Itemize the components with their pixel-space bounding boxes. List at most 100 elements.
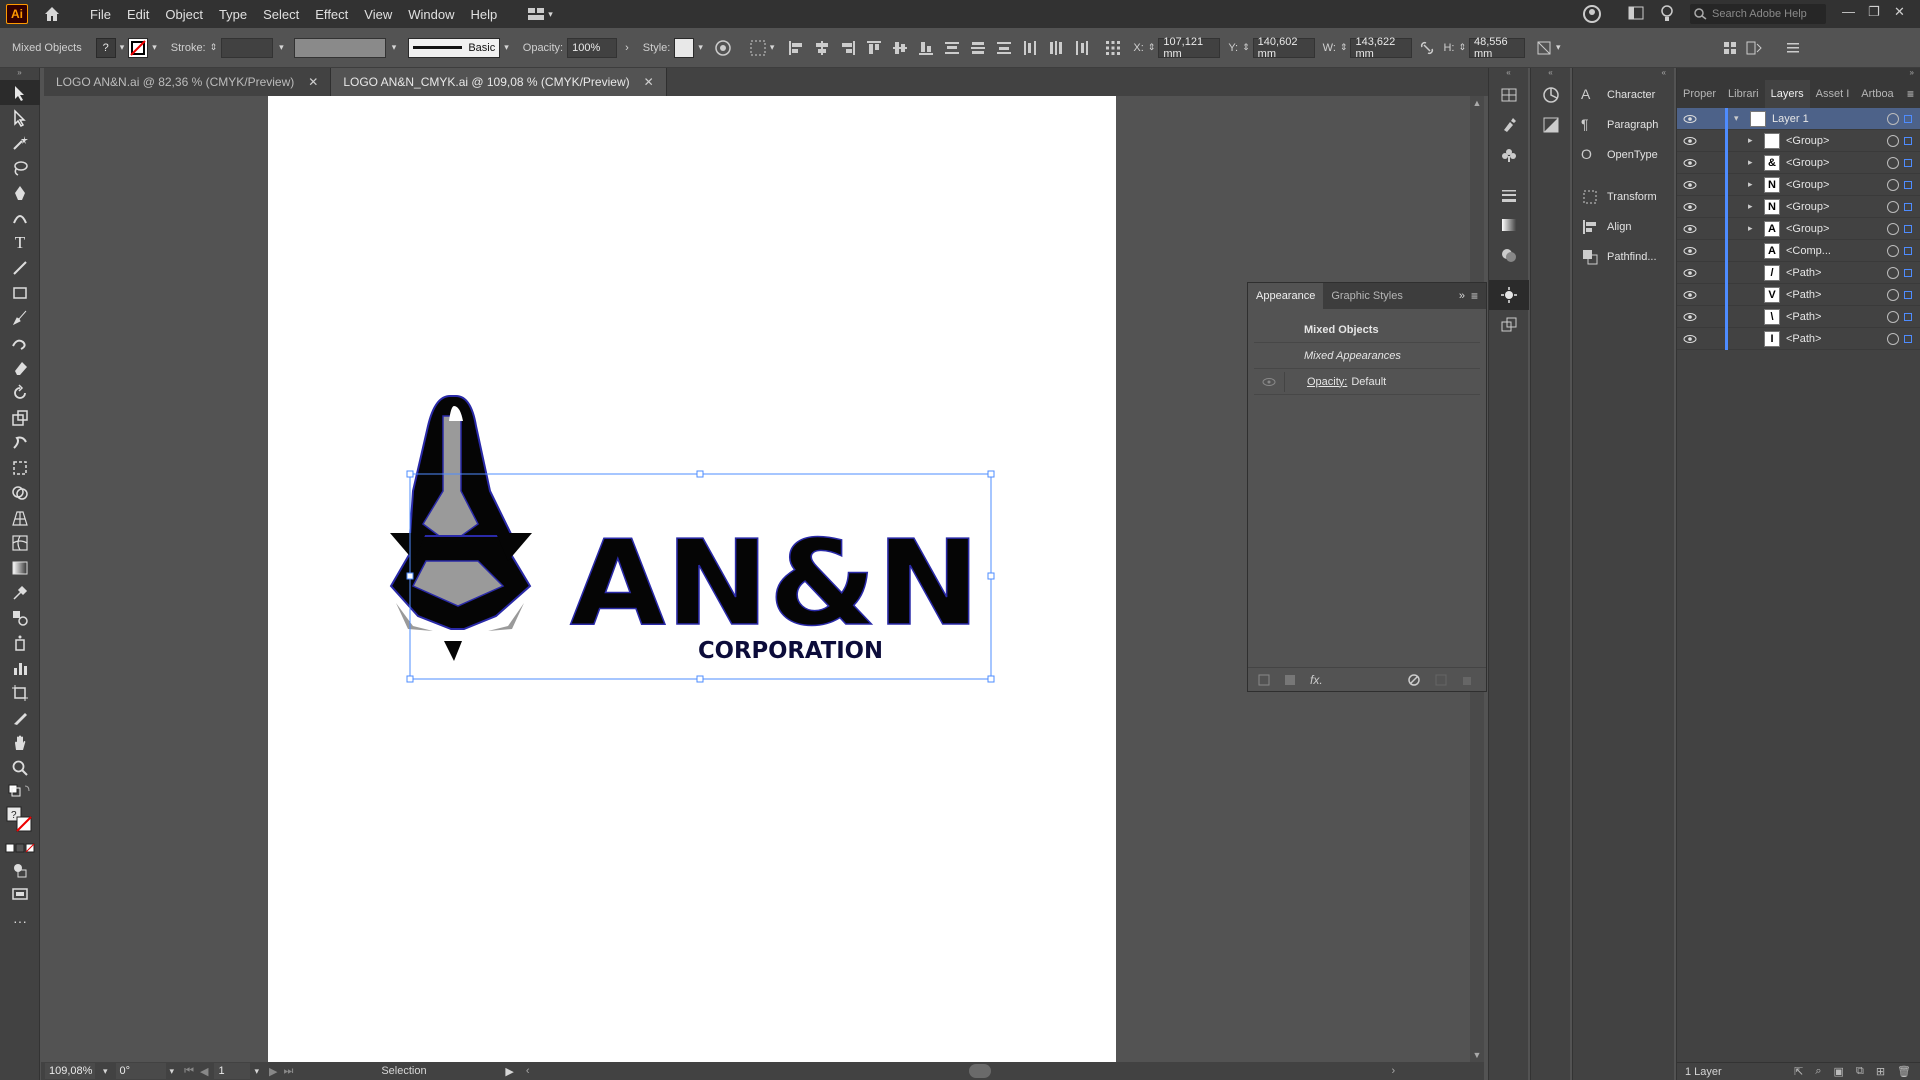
layer-row[interactable]: ▾ Layer 1 bbox=[1677, 107, 1920, 130]
chevron-down-icon[interactable]: ▾ bbox=[103, 1066, 108, 1077]
chevron-down-icon[interactable]: ▾ bbox=[392, 42, 397, 53]
tab-logo-ann-cmyk[interactable]: LOGO AN&N_CMYK.ai @ 109,08 % (CMYK/Previ… bbox=[331, 68, 667, 96]
menu-effect[interactable]: Effect bbox=[307, 7, 356, 22]
tab-artboa[interactable]: Artboa bbox=[1855, 80, 1899, 108]
brush-definition[interactable]: Basic bbox=[408, 37, 501, 58]
selection-indicator[interactable] bbox=[1904, 268, 1912, 277]
appearance-title-row[interactable]: Mixed Objects bbox=[1254, 317, 1480, 343]
menu-help[interactable]: Help bbox=[462, 7, 505, 22]
sublayer-row[interactable]: ▸ N <Group> bbox=[1677, 173, 1920, 196]
chevron-right-icon[interactable]: ▶ bbox=[505, 1065, 513, 1078]
arrange-documents-icon[interactable] bbox=[1628, 6, 1644, 20]
reference-point-icon[interactable] bbox=[1104, 39, 1122, 57]
chevron-right-icon[interactable]: ▸ bbox=[1748, 157, 1764, 168]
resize-handle[interactable] bbox=[987, 470, 995, 478]
transform-icon[interactable] bbox=[1535, 39, 1553, 57]
edit-toolbar-icon[interactable]: ··· bbox=[0, 906, 40, 936]
distribute-right-icon[interactable] bbox=[1073, 39, 1091, 57]
resize-handle[interactable] bbox=[987, 572, 995, 580]
chevron-down-icon[interactable]: ▾ bbox=[504, 42, 509, 53]
resize-handle[interactable] bbox=[406, 470, 414, 478]
visibility-eye-icon[interactable] bbox=[1677, 312, 1703, 322]
duplicate-item-icon[interactable] bbox=[1435, 674, 1447, 686]
collapse-icon[interactable]: » bbox=[1677, 68, 1920, 80]
scale-tool[interactable] bbox=[0, 405, 40, 430]
type-tool[interactable]: T bbox=[0, 230, 40, 255]
stroke-weight-field[interactable] bbox=[221, 37, 274, 58]
chevron-down-icon[interactable]: ▾ bbox=[152, 42, 157, 53]
resize-handle[interactable] bbox=[987, 675, 995, 683]
color-mode-buttons[interactable] bbox=[0, 838, 40, 858]
tab-proper[interactable]: Proper bbox=[1677, 80, 1722, 108]
arrange-icon[interactable] bbox=[1745, 39, 1763, 57]
delete-icon[interactable]: 🗑 bbox=[1897, 1065, 1911, 1078]
first-artboard-icon[interactable]: ⏮ bbox=[184, 1065, 194, 1078]
sublayer-row[interactable]: \ <Path> bbox=[1677, 305, 1920, 328]
stroke-panel-button[interactable] bbox=[1489, 180, 1529, 210]
tab-librari[interactable]: Librari bbox=[1722, 80, 1765, 108]
artboard[interactable]: AN&N CORPORATION bbox=[268, 96, 1116, 1062]
visibility-eye-icon[interactable] bbox=[1677, 224, 1703, 234]
panel-menu-icon[interactable]: ≡ bbox=[1471, 289, 1478, 303]
gradient-tool[interactable] bbox=[0, 555, 40, 580]
align-right-icon[interactable] bbox=[839, 39, 857, 57]
sublayer-row[interactable]: / <Path> bbox=[1677, 261, 1920, 284]
scroll-right-icon[interactable]: › bbox=[1391, 1065, 1395, 1077]
selection-indicator[interactable] bbox=[1904, 158, 1912, 167]
rectangle-tool[interactable] bbox=[0, 280, 40, 305]
collapse-icon[interactable]: » bbox=[1459, 290, 1465, 302]
chevron-right-icon[interactable]: ▸ bbox=[1748, 201, 1764, 212]
chevron-down-icon[interactable]: ▾ bbox=[698, 42, 703, 53]
sublayer-row[interactable]: ▸ & <Group> bbox=[1677, 151, 1920, 174]
distribute-top-icon[interactable] bbox=[943, 39, 961, 57]
resize-handle[interactable] bbox=[696, 675, 704, 683]
stroke-swatch[interactable] bbox=[128, 37, 149, 58]
screen-mode-button[interactable] bbox=[0, 882, 40, 906]
visibility-eye-icon[interactable] bbox=[1677, 158, 1703, 168]
selection-indicator[interactable] bbox=[1904, 180, 1912, 189]
visibility-eye-icon[interactable] bbox=[1677, 136, 1703, 146]
eraser-tool[interactable] bbox=[0, 355, 40, 380]
rotate-tool[interactable] bbox=[0, 380, 40, 405]
search-help-field[interactable]: Search Adobe Help bbox=[1690, 4, 1826, 24]
align-center-v-icon[interactable] bbox=[891, 39, 909, 57]
isolate-icon[interactable] bbox=[1721, 39, 1739, 57]
chevron-down-icon[interactable]: ▾ bbox=[770, 42, 775, 53]
opacity-row[interactable]: Opacity: Default bbox=[1254, 369, 1480, 395]
pathfinder-panel-button[interactable]: Pathfind... bbox=[1573, 242, 1674, 272]
chevron-down-icon[interactable]: ▾ bbox=[254, 1066, 259, 1077]
curvature-tool[interactable] bbox=[0, 205, 40, 230]
rotation-field[interactable]: 0° bbox=[115, 1063, 166, 1079]
stepper-icon[interactable]: ⇕ bbox=[210, 42, 218, 53]
distribute-hcenter-icon[interactable] bbox=[1047, 39, 1065, 57]
target-circle-icon[interactable] bbox=[1887, 332, 1899, 345]
stepper-icon[interactable]: ⇕ bbox=[1340, 42, 1348, 53]
sublayer-row[interactable]: V <Path> bbox=[1677, 283, 1920, 306]
character-panel-button[interactable]: A Character bbox=[1573, 80, 1674, 110]
chevron-right-icon[interactable]: ▸ bbox=[1748, 135, 1764, 146]
clear-appearance-icon[interactable] bbox=[1407, 673, 1421, 687]
artboard-tool[interactable] bbox=[0, 680, 40, 705]
resize-handle[interactable] bbox=[406, 572, 414, 580]
selection-indicator[interactable] bbox=[1904, 246, 1912, 255]
tab-graphic-styles[interactable]: Graphic Styles bbox=[1323, 283, 1411, 309]
align-bottom-icon[interactable] bbox=[917, 39, 935, 57]
target-circle-icon[interactable] bbox=[1887, 156, 1899, 169]
tab-appearance[interactable]: Appearance bbox=[1248, 283, 1324, 309]
opacity-link[interactable]: Opacity: bbox=[1307, 376, 1347, 388]
selection-indicator[interactable] bbox=[1904, 334, 1912, 343]
collapse-icon[interactable]: » bbox=[0, 68, 39, 80]
align-center-h-icon[interactable] bbox=[813, 39, 831, 57]
last-artboard-icon[interactable]: ⏭ bbox=[283, 1065, 293, 1078]
chevron-right-icon[interactable]: ▸ bbox=[1748, 179, 1764, 190]
fill-stroke-swatches[interactable]: ? bbox=[0, 802, 40, 838]
close-button[interactable]: ✕ bbox=[1894, 4, 1905, 20]
paragraph-panel-button[interactable]: ¶ Paragraph bbox=[1573, 110, 1674, 140]
visibility-eye-icon[interactable] bbox=[1677, 268, 1703, 278]
sublayer-row[interactable]: ▸ <Group> bbox=[1677, 129, 1920, 152]
distribute-center-icon[interactable] bbox=[969, 39, 987, 57]
transparency-panel-button[interactable] bbox=[1489, 240, 1529, 270]
chevron-right-icon[interactable]: › bbox=[625, 42, 629, 54]
scroll-left-icon[interactable]: ‹ bbox=[526, 1065, 530, 1077]
locate-object-icon[interactable]: ⌕ bbox=[1815, 1065, 1821, 1078]
